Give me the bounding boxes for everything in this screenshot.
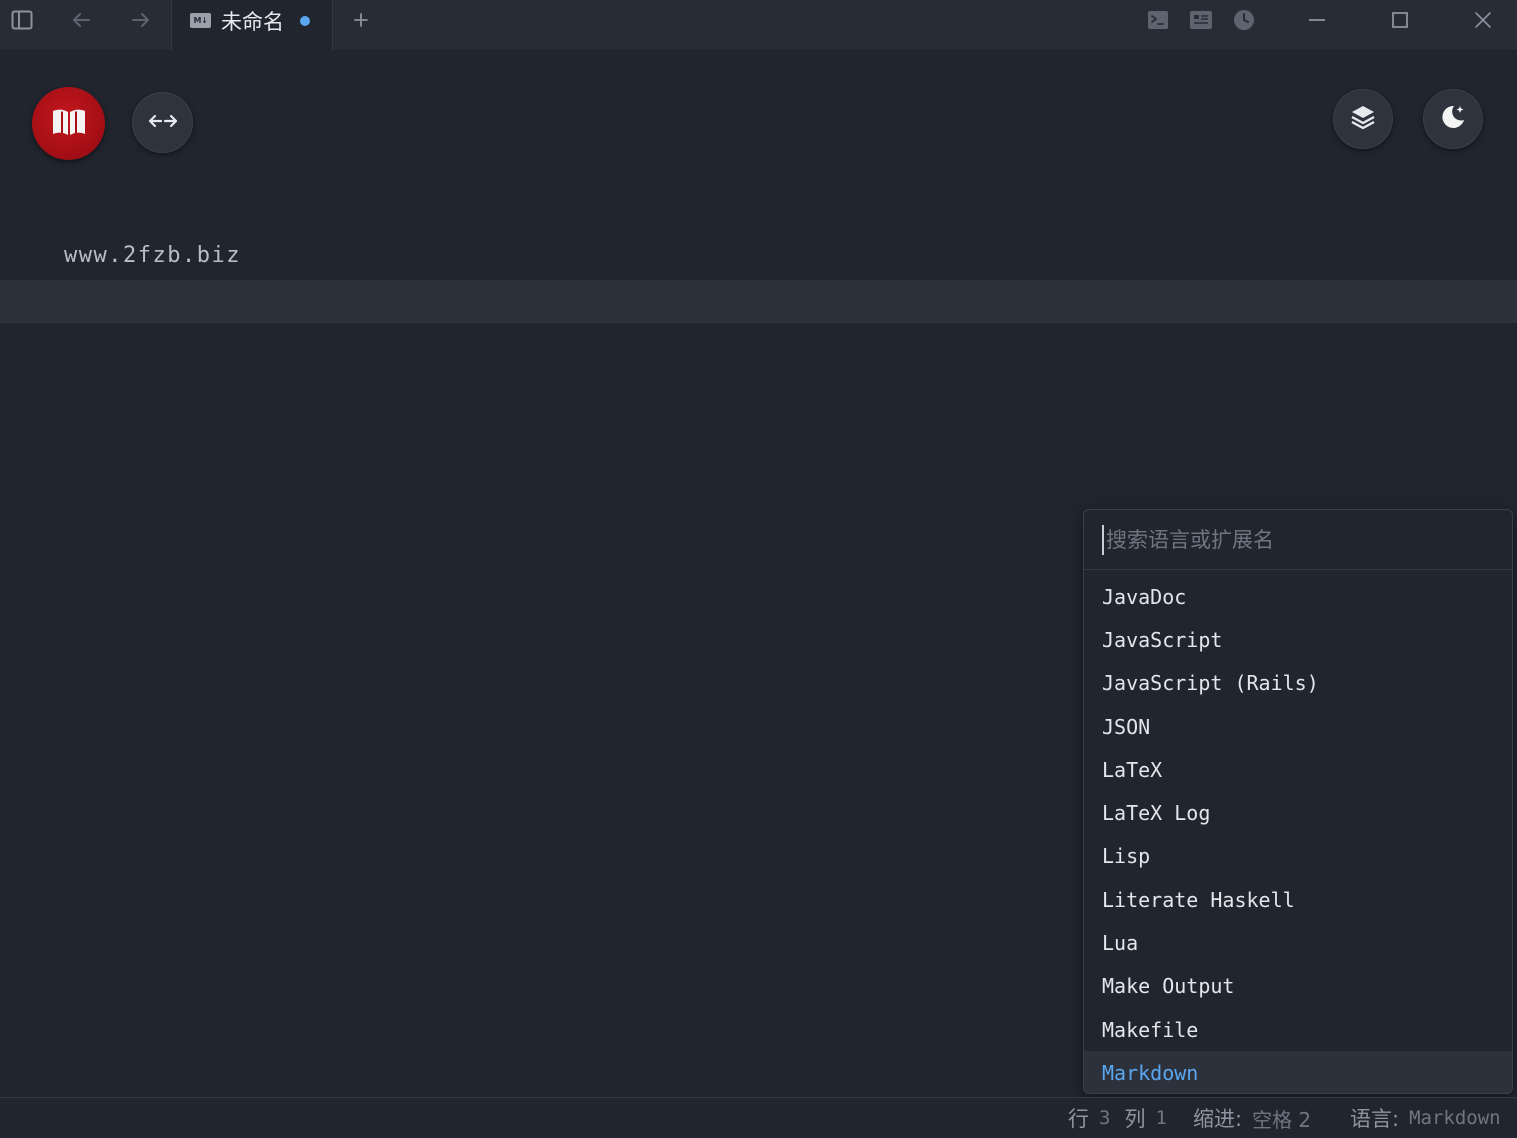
line-value: 3 — [1099, 1107, 1111, 1129]
moon-star-icon — [1439, 103, 1467, 135]
maximize-icon[interactable] — [1385, 0, 1415, 40]
column-value: 1 — [1155, 1107, 1167, 1129]
theme-toggle-button[interactable] — [1423, 89, 1483, 149]
language-item-javascript-rails[interactable]: JavaScript (Rails) — [1084, 662, 1512, 705]
arrow-right-icon[interactable] — [128, 0, 154, 40]
language-list: JavaDoc JavaScript JavaScript (Rails) JS… — [1084, 575, 1512, 1093]
editor-line-1[interactable]: www.2fzb.biz — [64, 243, 241, 268]
language-item-lua[interactable]: Lua — [1084, 921, 1512, 964]
plus-icon[interactable] — [350, 0, 372, 40]
column-label: 列 — [1124, 1107, 1146, 1131]
language-item-literate-haskell[interactable]: Literate Haskell — [1084, 878, 1512, 921]
language-search-box[interactable] — [1084, 510, 1512, 570]
text-caret — [1102, 524, 1104, 555]
swap-horizontal-icon — [147, 112, 179, 134]
clock-icon[interactable] — [1232, 0, 1256, 40]
unsaved-indicator-dot — [300, 15, 310, 26]
markdown-file-icon: M↓ — [190, 13, 211, 28]
preview-icon[interactable] — [1189, 0, 1213, 40]
language-item-javadoc[interactable]: JavaDoc — [1084, 575, 1512, 618]
title-bar: M↓ 未命名 — [0, 0, 1517, 51]
language-item-json[interactable]: JSON — [1084, 705, 1512, 748]
language-item-makefile[interactable]: Makefile — [1084, 1008, 1512, 1051]
book-open-icon — [51, 107, 87, 141]
status-bar: 行 3 列 1 缩进: 空格 2 语言: Markdown — [0, 1097, 1517, 1137]
language-search-input[interactable] — [1106, 527, 1486, 552]
current-line-highlight — [0, 280, 1517, 323]
arrow-left-icon[interactable] — [68, 0, 94, 40]
language-status[interactable]: 语言: Markdown — [1350, 1098, 1501, 1138]
tab-title: 未命名 — [221, 9, 284, 34]
sidebar-toggle-icon[interactable] — [8, 0, 36, 40]
language-item-make-output[interactable]: Make Output — [1084, 965, 1512, 1008]
layers-button[interactable] — [1333, 89, 1393, 149]
reading-mode-button[interactable] — [32, 87, 105, 160]
swap-layout-button[interactable] — [132, 92, 193, 153]
language-item-javascript[interactable]: JavaScript — [1084, 618, 1512, 661]
indentation-status[interactable]: 缩进: 空格 2 — [1193, 1098, 1311, 1138]
language-value: Markdown — [1409, 1107, 1501, 1129]
minimize-icon[interactable] — [1302, 0, 1332, 40]
language-picker: JavaDoc JavaScript JavaScript (Rails) JS… — [1083, 509, 1513, 1094]
indent-value: 空格 2 — [1252, 1107, 1312, 1132]
tab-untitled[interactable]: M↓ 未命名 — [171, 0, 333, 51]
line-label: 行 — [1068, 1107, 1089, 1131]
language-item-lisp[interactable]: Lisp — [1084, 835, 1512, 878]
close-icon[interactable] — [1468, 0, 1498, 40]
language-label: 语言: — [1350, 1107, 1400, 1131]
cursor-position[interactable]: 行 3 列 1 — [1068, 1098, 1167, 1138]
language-item-latex[interactable]: LaTeX — [1084, 748, 1512, 791]
language-item-latex-log[interactable]: LaTeX Log — [1084, 791, 1512, 834]
indent-label: 缩进: — [1193, 1107, 1243, 1131]
language-item-markdown[interactable]: Markdown — [1084, 1051, 1512, 1093]
terminal-icon[interactable] — [1146, 0, 1170, 40]
layers-icon — [1350, 104, 1376, 134]
